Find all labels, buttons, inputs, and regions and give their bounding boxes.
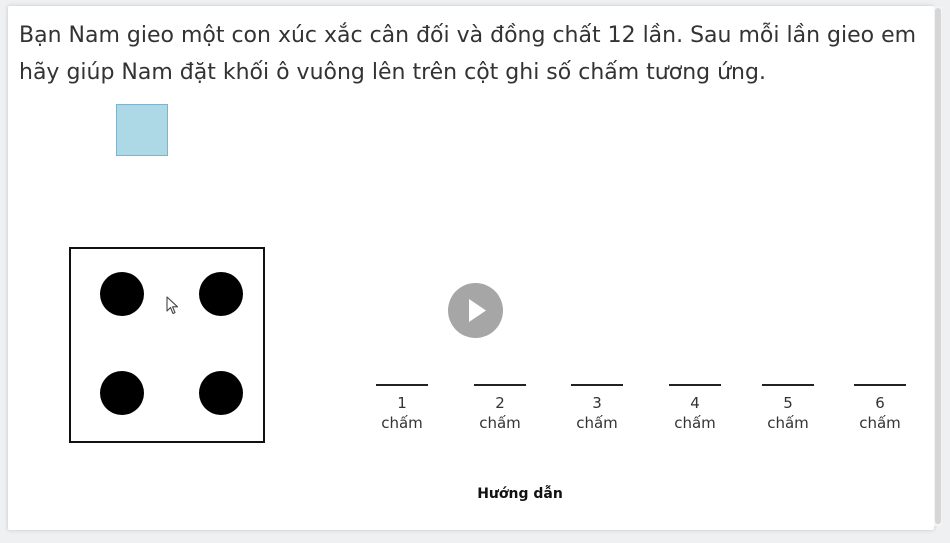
column-1-dot[interactable]: 1 chấm [374,384,430,434]
question-line-1: Bạn Nam gieo một con xúc xắc cân đối và … [19,23,917,48]
die-pip [100,371,144,415]
column-unit: chấm [381,414,423,432]
column-base-line [669,384,721,386]
play-icon [469,299,486,322]
column-number: 4 [690,394,700,412]
play-button[interactable] [448,283,503,338]
column-6-dots[interactable]: 6 chấm [852,384,908,434]
die-pip [199,371,243,415]
column-unit: chấm [576,414,618,432]
die-face [69,247,265,443]
column-number: 6 [875,394,885,412]
die-pip [100,272,144,316]
column-4-dots[interactable]: 4 chấm [667,384,723,434]
question-text: Bạn Nam gieo một con xúc xắc cân đối và … [19,17,939,91]
column-5-dots[interactable]: 5 chấm [760,384,816,434]
question-line-2: hãy giúp Nam đặt khối ô vuông lên trên c… [19,60,766,85]
mouse-cursor-icon [166,296,180,321]
draggable-square-block[interactable] [116,104,168,156]
column-base-line [376,384,428,386]
guide-link[interactable]: Hướng dẫn [470,486,570,502]
column-3-dots[interactable]: 3 chấm [569,384,625,434]
column-number: 1 [397,394,407,412]
column-unit: chấm [859,414,901,432]
column-base-line [854,384,906,386]
column-unit: chấm [479,414,521,432]
die-pip [199,272,243,316]
column-base-line [474,384,526,386]
column-number: 5 [783,394,793,412]
column-base-line [762,384,814,386]
column-number: 3 [592,394,602,412]
column-number: 2 [495,394,505,412]
column-unit: chấm [767,414,809,432]
column-2-dots[interactable]: 2 chấm [472,384,528,434]
column-unit: chấm [674,414,716,432]
column-base-line [571,384,623,386]
